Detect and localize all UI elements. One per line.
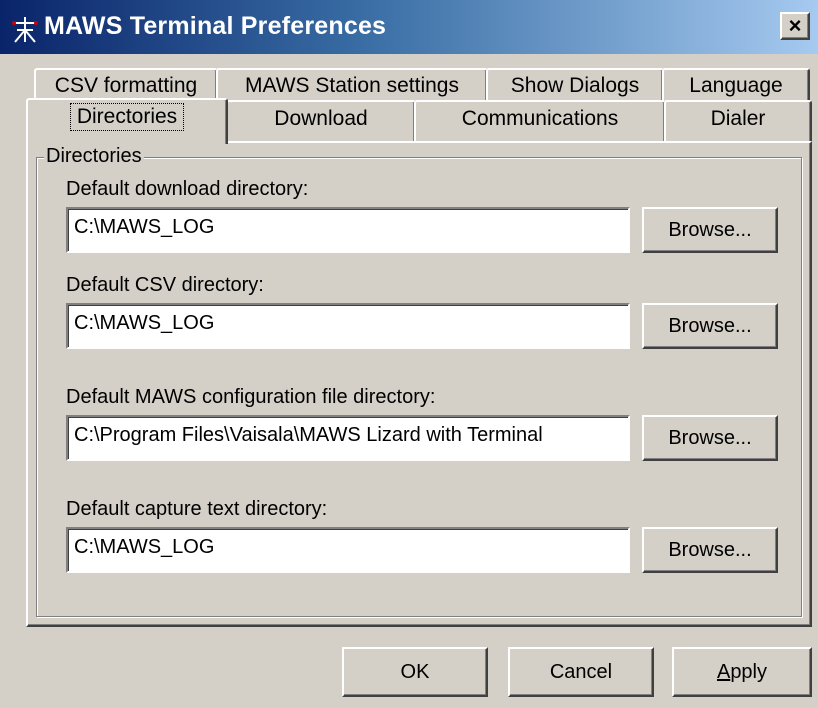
- capture-directory-label: Default capture text directory:: [66, 498, 328, 520]
- cancel-button[interactable]: Cancel: [508, 647, 654, 697]
- apply-button[interactable]: Apply: [672, 647, 812, 697]
- tab-language[interactable]: Language: [662, 68, 810, 102]
- browse-config-button[interactable]: Browse...: [642, 415, 778, 461]
- browse-capture-button[interactable]: Browse...: [642, 527, 778, 573]
- browse-csv-button[interactable]: Browse...: [642, 303, 778, 349]
- tab-directories[interactable]: Directories: [26, 98, 228, 144]
- csv-directory-label: Default CSV directory:: [66, 274, 264, 296]
- ok-button[interactable]: OK: [342, 647, 488, 697]
- apply-label: Apply: [716, 660, 768, 683]
- directories-group-label: Directories: [44, 145, 144, 167]
- directories-tab-panel: Directories Default download directory: …: [26, 141, 812, 627]
- title-bar[interactable]: MAWS Terminal Preferences ×: [0, 0, 818, 54]
- tab-csv-formatting[interactable]: CSV formatting: [34, 68, 218, 102]
- config-directory-label: Default MAWS configuration file director…: [66, 386, 436, 408]
- tab-communications[interactable]: Communications: [414, 100, 666, 142]
- capture-directory-input[interactable]: C:\MAWS_LOG: [66, 527, 630, 573]
- csv-directory-input[interactable]: C:\MAWS_LOG: [66, 303, 630, 349]
- maws-station-icon: [12, 17, 38, 43]
- browse-download-button[interactable]: Browse...: [642, 207, 778, 253]
- tab-maws-station-settings[interactable]: MAWS Station settings: [216, 68, 488, 102]
- window-title: MAWS Terminal Preferences: [44, 12, 387, 40]
- close-icon: ×: [788, 13, 802, 38]
- download-directory-input[interactable]: C:\MAWS_LOG: [66, 207, 630, 253]
- tab-dialer[interactable]: Dialer: [664, 100, 812, 142]
- close-button[interactable]: ×: [780, 12, 810, 40]
- tab-show-dialogs[interactable]: Show Dialogs: [486, 68, 664, 102]
- tab-download[interactable]: Download: [226, 100, 416, 142]
- download-directory-label: Default download directory:: [66, 178, 309, 200]
- config-directory-input[interactable]: C:\Program Files\Vaisala\MAWS Lizard wit…: [66, 415, 630, 461]
